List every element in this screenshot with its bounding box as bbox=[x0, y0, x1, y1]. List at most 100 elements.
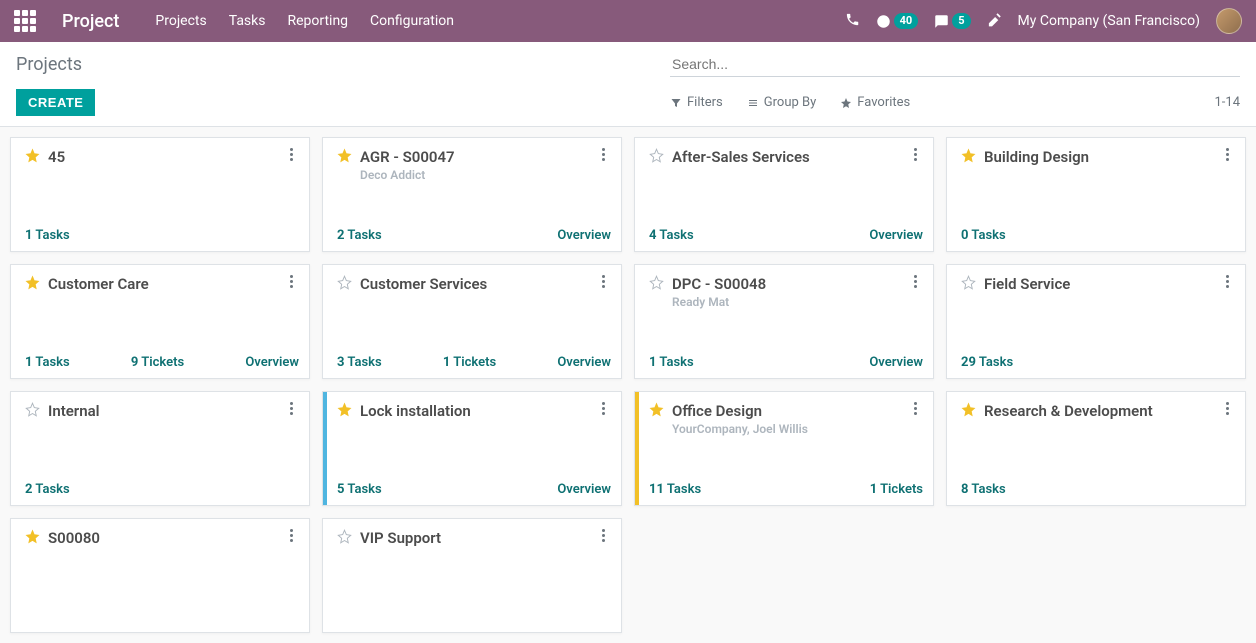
card-menu-icon[interactable] bbox=[907, 402, 923, 415]
favorite-star-icon[interactable] bbox=[649, 402, 664, 417]
project-card[interactable]: Building Design0 Tasks bbox=[946, 137, 1246, 252]
filters-button[interactable]: Filters bbox=[670, 95, 723, 110]
avatar[interactable] bbox=[1216, 8, 1242, 34]
create-button[interactable]: CREATE bbox=[16, 89, 95, 116]
breadcrumb: Projects bbox=[16, 54, 82, 75]
favorite-star-icon[interactable] bbox=[649, 148, 664, 163]
card-menu-icon[interactable] bbox=[283, 402, 299, 415]
card-body: Internal2 Tasks bbox=[15, 392, 309, 505]
tasks-link[interactable]: 8 Tasks bbox=[961, 482, 1006, 497]
funnel-icon bbox=[670, 97, 682, 109]
tasks-link[interactable]: 5 Tasks bbox=[337, 482, 382, 497]
favorite-star-icon[interactable] bbox=[25, 148, 40, 163]
card-menu-icon[interactable] bbox=[283, 275, 299, 288]
project-card[interactable]: After-Sales Services4 TasksOverview bbox=[634, 137, 934, 252]
favorites-button[interactable]: Favorites bbox=[840, 95, 910, 110]
project-card[interactable]: Field Service29 Tasks bbox=[946, 264, 1246, 379]
overview-link[interactable]: Overview bbox=[869, 355, 923, 370]
settings-icon[interactable] bbox=[987, 12, 1002, 31]
project-card[interactable]: Internal2 Tasks bbox=[10, 391, 310, 506]
card-menu-icon[interactable] bbox=[1219, 402, 1235, 415]
card-menu-icon[interactable] bbox=[1219, 275, 1235, 288]
overview-link[interactable]: Overview bbox=[557, 355, 611, 370]
favorite-star-icon[interactable] bbox=[25, 402, 40, 417]
pager[interactable]: 1-14 bbox=[1214, 95, 1240, 110]
card-title: VIP Support bbox=[360, 529, 587, 547]
favorite-star-icon[interactable] bbox=[337, 148, 352, 163]
groupby-button[interactable]: Group By bbox=[747, 95, 817, 110]
activity-button[interactable]: 40 bbox=[876, 13, 919, 29]
search-input[interactable] bbox=[670, 52, 1240, 77]
project-card[interactable]: Research & Development 8 Tasks bbox=[946, 391, 1246, 506]
favorite-star-icon[interactable] bbox=[649, 275, 664, 290]
nav-links: Projects Tasks Reporting Configuration bbox=[155, 13, 454, 29]
tasks-link[interactable]: 2 Tasks bbox=[337, 228, 382, 243]
favorite-star-icon[interactable] bbox=[961, 275, 976, 290]
card-menu-icon[interactable] bbox=[1219, 148, 1235, 161]
tasks-suffix: Tasks bbox=[344, 355, 381, 370]
favorite-star-icon[interactable] bbox=[961, 148, 976, 163]
card-subtitle: Deco Addict bbox=[360, 168, 611, 182]
tickets-link[interactable]: 1 Tickets bbox=[443, 355, 496, 370]
project-card[interactable]: Lock installation5 TasksOverview bbox=[322, 391, 622, 506]
project-card[interactable]: Office DesignYourCompany, Joel Willis11 … bbox=[634, 391, 934, 506]
favorite-star-icon[interactable] bbox=[961, 402, 976, 417]
tasks-link[interactable]: 29 Tasks bbox=[961, 355, 1013, 370]
card-menu-icon[interactable] bbox=[595, 275, 611, 288]
project-card[interactable]: S00080 bbox=[10, 518, 310, 633]
tasks-link[interactable]: 1 Tasks bbox=[25, 355, 70, 370]
list-icon bbox=[747, 97, 759, 109]
apps-icon[interactable] bbox=[14, 10, 36, 32]
nav-link-tasks[interactable]: Tasks bbox=[229, 13, 266, 29]
main-navbar: Project Projects Tasks Reporting Configu… bbox=[0, 0, 1256, 42]
overview-link[interactable]: Overview bbox=[557, 228, 611, 243]
project-card[interactable]: 45 1 Tasks bbox=[10, 137, 310, 252]
project-card[interactable]: Customer Services3 Tasks1 TicketsOvervie… bbox=[322, 264, 622, 379]
tasks-link[interactable]: 4 Tasks bbox=[649, 228, 694, 243]
card-title: Customer Care bbox=[48, 275, 275, 293]
app-brand[interactable]: Project bbox=[62, 11, 119, 32]
nav-link-projects[interactable]: Projects bbox=[155, 13, 206, 29]
tasks-link[interactable]: 1 Tasks bbox=[25, 228, 70, 243]
tasks-link[interactable]: 1 Tasks bbox=[649, 355, 694, 370]
project-card[interactable]: AGR - S00047Deco Addict2 TasksOverview bbox=[322, 137, 622, 252]
favorite-star-icon[interactable] bbox=[337, 529, 352, 544]
tickets-suffix: Tickets bbox=[877, 482, 923, 497]
card-menu-icon[interactable] bbox=[907, 148, 923, 161]
tasks-link[interactable]: 3 Tasks bbox=[337, 355, 382, 370]
activity-count: 40 bbox=[894, 13, 919, 29]
search-actions: Filters Group By Favorites 1-14 bbox=[670, 95, 1240, 110]
tasks-link[interactable]: 0 Tasks bbox=[961, 228, 1006, 243]
card-menu-icon[interactable] bbox=[907, 275, 923, 288]
card-menu-icon[interactable] bbox=[595, 148, 611, 161]
tasks-link[interactable]: 2 Tasks bbox=[25, 482, 70, 497]
card-body: Building Design0 Tasks bbox=[951, 138, 1245, 251]
tasks-suffix: Tasks bbox=[656, 228, 693, 243]
project-card[interactable]: Customer Care 1 Tasks 9 Tickets Overview bbox=[10, 264, 310, 379]
tasks-link[interactable]: 11 Tasks bbox=[649, 482, 701, 497]
nav-link-reporting[interactable]: Reporting bbox=[287, 13, 348, 29]
favorite-star-icon[interactable] bbox=[25, 275, 40, 290]
company-switcher[interactable]: My Company (San Francisco) bbox=[1018, 13, 1200, 29]
favorite-star-icon[interactable] bbox=[25, 529, 40, 544]
project-card[interactable]: DPC - S00048Ready Mat1 TasksOverview bbox=[634, 264, 934, 379]
phone-icon[interactable] bbox=[845, 12, 860, 31]
tickets-link[interactable]: 9 Tickets bbox=[131, 355, 184, 370]
card-title: 45 bbox=[48, 148, 275, 166]
tasks-suffix: Tasks bbox=[32, 228, 69, 243]
card-menu-icon[interactable] bbox=[595, 402, 611, 415]
card-title: Research & Development bbox=[984, 402, 1211, 420]
project-card[interactable]: VIP Support bbox=[322, 518, 622, 633]
favorite-star-icon[interactable] bbox=[337, 275, 352, 290]
overview-link[interactable]: Overview bbox=[869, 228, 923, 243]
overview-link[interactable]: Overview bbox=[557, 482, 611, 497]
nav-link-configuration[interactable]: Configuration bbox=[370, 13, 454, 29]
overview-link[interactable]: Overview bbox=[245, 355, 299, 370]
favorite-star-icon[interactable] bbox=[337, 402, 352, 417]
tickets-link[interactable]: 1 Tickets bbox=[870, 482, 923, 497]
card-body: Customer Services3 Tasks1 TicketsOvervie… bbox=[327, 265, 621, 378]
tasks-suffix: Tasks bbox=[656, 355, 693, 370]
tickets-suffix: Tickets bbox=[138, 355, 184, 370]
card-menu-icon[interactable] bbox=[283, 148, 299, 161]
messaging-button[interactable]: 5 bbox=[934, 13, 970, 29]
